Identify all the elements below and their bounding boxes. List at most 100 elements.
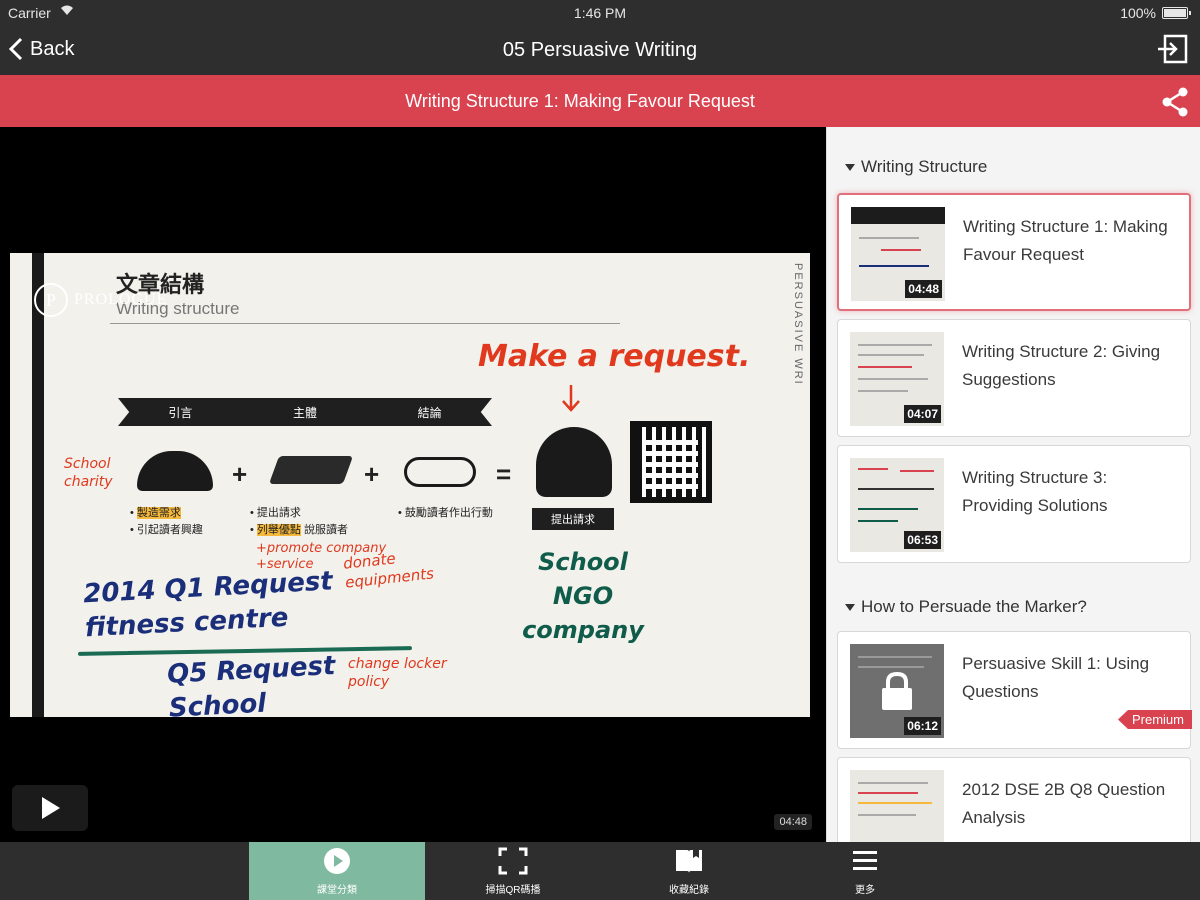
tab-label: 掃描QR碼播	[485, 885, 541, 896]
lesson-list-sidebar[interactable]: Writing Structure 04:48 Writing Structur…	[826, 127, 1200, 842]
battery-status: 100%	[1120, 5, 1191, 21]
lesson-title-bar: Writing Structure 1: Making Favour Reque…	[0, 75, 1200, 127]
play-icon	[42, 797, 60, 819]
thumbnail-stroke	[858, 488, 934, 490]
banner-intro: 引言	[168, 405, 193, 420]
thumbnail-stroke	[858, 656, 932, 658]
bun-bottom-icon	[404, 457, 476, 487]
battery-icon	[1162, 7, 1191, 19]
lesson-title: Writing Structure 1: Making Favour Reque…	[405, 91, 755, 111]
exit-icon	[1158, 34, 1188, 64]
intro-bullet: 引起讀者興趣	[136, 524, 203, 536]
tab-bookmarks[interactable]: 收藏紀錄	[601, 842, 777, 900]
thumbnail-stroke	[858, 792, 918, 794]
lesson-duration: 04:48	[905, 280, 942, 298]
thumbnail-stroke	[858, 802, 932, 804]
thumbnail-stroke	[859, 237, 919, 239]
video-player[interactable]: 文章結構 Writing structure P PROLOGUE PERSUA…	[0, 127, 826, 842]
tab-scan-qr[interactable]: 掃描QR碼播	[425, 842, 601, 900]
thumbnail-stroke	[858, 508, 918, 510]
conclusion-bullets: • 鼓勵讀者作出行動	[398, 507, 493, 519]
thumbnail-stroke	[858, 468, 888, 470]
top-navigation-bar: Carrier 1:46 PM 100% Back 05 Persuasive …	[0, 0, 1200, 75]
clock-label: 1:46 PM	[573, 5, 627, 21]
lesson-duration: 06:12	[904, 717, 941, 735]
slide-side-text: PERSUASIVE WRI	[792, 263, 804, 386]
lesson-card-writing-structure-1[interactable]: 04:48 Writing Structure 1: Making Favour…	[837, 193, 1191, 311]
scan-frame-icon	[498, 847, 528, 875]
lesson-card-writing-structure-3[interactable]: 06:53 Writing Structure 3: Providing Sol…	[837, 445, 1191, 563]
thumbnail-stroke	[858, 344, 932, 346]
make-request-note: Make a request.	[478, 339, 751, 374]
lesson-card-persuasive-skill-1[interactable]: 06:12 Persuasive Skill 1: Using Question…	[837, 631, 1192, 749]
thumbnail-stroke	[900, 470, 934, 472]
app-root: Carrier 1:46 PM 100% Back 05 Persuasive …	[0, 0, 1200, 900]
burger-icon	[536, 427, 612, 497]
tab-label: 課堂分類	[317, 885, 357, 896]
section-title: How to Persuade the Marker?	[861, 597, 1087, 616]
collapse-triangle-icon	[845, 163, 855, 171]
bottom-tab-bar: 課堂分類 掃描QR碼播 收藏紀錄 更多	[0, 842, 1200, 900]
menu-icon	[853, 851, 877, 870]
school-charity-note: School charity	[64, 456, 113, 490]
back-label: Back	[30, 37, 75, 60]
plus-sign: +	[232, 459, 248, 489]
lesson-title: 2012 DSE 2B Q8 Question Analysis	[962, 780, 1166, 827]
thumbnail-stroke	[858, 666, 924, 668]
book-icon	[676, 850, 702, 873]
share-button[interactable]	[1158, 85, 1192, 119]
banner-body: 主體	[292, 405, 317, 420]
page-title: 05 Persuasive Writing	[502, 39, 698, 61]
section-header-writing-structure[interactable]: Writing Structure	[845, 157, 987, 177]
lesson-title: Writing Structure 2: Giving Suggestions	[962, 342, 1161, 389]
lock-icon	[882, 671, 912, 710]
change-locker-note: change locker policy	[348, 656, 447, 690]
intro-bullets: • 製造需求 • 引起讀者興趣	[130, 507, 203, 536]
back-button[interactable]: Back	[8, 33, 74, 65]
tab-lesson-categories[interactable]: 課堂分類	[249, 842, 425, 900]
blue-note-2014: 2014 Q1 Request fitness centre	[82, 566, 334, 644]
qr-code-icon	[630, 421, 712, 503]
chevron-left-icon	[8, 37, 23, 61]
section-header-persuade-marker[interactable]: How to Persuade the Marker?	[845, 597, 1087, 617]
lesson-card-2012-dse[interactable]: 2012 DSE 2B Q8 Question Analysis	[837, 757, 1191, 842]
body-bullet: 說服讀者	[303, 524, 348, 536]
thumbnail-stroke	[881, 249, 921, 251]
slide-rule	[110, 323, 620, 324]
logo-text: PROLOGUE	[74, 291, 168, 308]
tab-more[interactable]: 更多	[777, 842, 953, 900]
battery-label: 100%	[1120, 5, 1156, 21]
lesson-thumbnail: 04:07	[850, 332, 944, 426]
thumbnail-stroke	[858, 782, 928, 784]
plus-sign: +	[364, 459, 380, 489]
thumbnail-stroke	[858, 390, 908, 392]
video-frame: 文章結構 Writing structure P PROLOGUE PERSUA…	[10, 253, 810, 717]
body-bullets: • 提出請求 • 列舉優點 說服讀者	[250, 507, 348, 536]
thumbnail-stroke	[858, 354, 924, 356]
status-bar: Carrier 1:46 PM 100%	[0, 0, 1200, 26]
share-icon	[1162, 87, 1188, 117]
lesson-thumbnail: 04:48	[851, 207, 945, 301]
body-bullet: 提出請求	[256, 507, 301, 519]
exit-button[interactable]	[1156, 32, 1190, 66]
lesson-duration: 06:53	[904, 531, 941, 549]
lesson-thumbnail: 06:53	[850, 458, 944, 552]
play-button[interactable]	[12, 785, 88, 831]
slide-margin-bar	[32, 253, 44, 717]
play-circle-icon	[324, 848, 350, 874]
banner-conclusion: 結論	[417, 405, 442, 420]
arrow-down-icon	[562, 385, 580, 412]
thumbnail-stroke	[859, 265, 929, 267]
structure-banner: 引言 主體 結論	[118, 398, 492, 426]
lesson-card-writing-structure-2[interactable]: 04:07 Writing Structure 2: Giving Sugges…	[837, 319, 1191, 437]
video-duration: 04:48	[774, 814, 812, 830]
green-note: School NGO company	[522, 548, 644, 644]
tab-label: 收藏紀錄	[669, 885, 709, 896]
lesson-title: Writing Structure 3: Providing Solutions	[962, 468, 1108, 515]
tab-label: 更多	[855, 885, 875, 896]
lesson-thumbnail	[850, 770, 944, 842]
patty-icon	[268, 456, 354, 484]
body-bullet: 列舉優點	[256, 524, 301, 536]
section-title: Writing Structure	[861, 157, 988, 176]
collapse-triangle-icon	[845, 603, 855, 611]
